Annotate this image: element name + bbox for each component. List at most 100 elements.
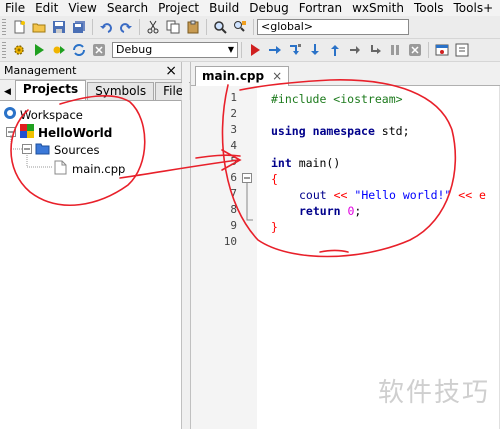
code-token: "Hello world!"	[347, 188, 459, 202]
menu-build[interactable]: Build	[204, 0, 244, 16]
code-token: 0	[340, 204, 355, 218]
scope-combo[interactable]: <global>	[257, 19, 409, 35]
run-to-cursor-icon[interactable]	[267, 42, 283, 58]
code-line-7: cout << "Hello world!" << e	[299, 187, 486, 203]
find-icon[interactable]	[212, 19, 228, 35]
menu-bar: File Edit View Search Project Build Debu…	[0, 0, 500, 16]
editor-tab-label: main.cpp	[202, 69, 265, 83]
editor-tab-bar: main.cpp ×	[191, 62, 500, 86]
redo-icon[interactable]	[118, 19, 134, 35]
toolbar-grip[interactable]	[2, 19, 6, 35]
management-title-bar: Management ×	[0, 62, 181, 80]
tree-lines	[10, 135, 52, 168]
code-line-9: }	[271, 219, 278, 235]
step-into-instruction-icon[interactable]	[367, 42, 383, 58]
copy-icon[interactable]	[165, 19, 181, 35]
next-instruction-icon[interactable]	[347, 42, 363, 58]
code-token: << e	[458, 188, 486, 202]
build-and-run-icon[interactable]	[51, 42, 67, 58]
code-area[interactable]: #include <iostream> using namespace std;…	[271, 86, 486, 234]
tab-projects[interactable]: Projects	[14, 80, 87, 100]
code-token: using	[271, 124, 306, 138]
code-token: }	[271, 220, 278, 234]
line-number: 6	[230, 171, 237, 184]
toolbar-grip[interactable]	[2, 42, 6, 58]
build-toolbar: Debug ▼	[0, 39, 500, 62]
code-token: #include <iostream>	[271, 92, 403, 106]
line-number: 10	[223, 235, 237, 248]
code-token: {	[271, 172, 278, 186]
undo-icon[interactable]	[98, 19, 114, 35]
code-token: return	[299, 204, 341, 218]
toolbar-separator	[92, 19, 93, 35]
code-token: namespace	[312, 124, 375, 138]
paste-icon[interactable]	[185, 19, 201, 35]
tab-scroll-left-icon[interactable]: ◀	[4, 87, 11, 97]
run-icon[interactable]	[31, 42, 47, 58]
cut-icon[interactable]	[145, 19, 161, 35]
scope-combo-value: <global>	[261, 20, 313, 33]
line-number-gutter: 1 2 3 4 5 6 7 8 9 10	[191, 86, 257, 429]
line-number: 4	[230, 139, 237, 152]
debug-windows-icon[interactable]	[434, 42, 450, 58]
menu-wxsmith[interactable]: wxSmith	[347, 0, 409, 16]
menu-view[interactable]: View	[63, 0, 101, 16]
menu-search[interactable]: Search	[102, 0, 153, 16]
menu-fortran[interactable]: Fortran	[294, 0, 347, 16]
line-number: 3	[230, 123, 237, 136]
line-number: 9	[230, 219, 237, 232]
line-number: 2	[230, 107, 237, 120]
toolbar-separator	[241, 42, 242, 58]
tab-symbols[interactable]: Symbols	[87, 82, 155, 100]
code-line-1: #include <iostream>	[271, 91, 403, 107]
line-number: 5	[230, 155, 237, 168]
save-all-icon[interactable]	[71, 19, 87, 35]
code-token: int	[271, 156, 292, 170]
replace-icon[interactable]	[232, 19, 248, 35]
close-icon[interactable]: ×	[165, 63, 177, 79]
panel-splitter[interactable]	[182, 62, 189, 429]
menu-tools[interactable]: Tools	[409, 0, 449, 16]
line-number: 8	[230, 203, 237, 216]
menu-file[interactable]: File	[0, 0, 30, 16]
build-gear-icon[interactable]	[11, 42, 27, 58]
code-token: main()	[291, 156, 341, 170]
menu-debug[interactable]: Debug	[244, 0, 293, 16]
abort-icon[interactable]	[91, 42, 107, 58]
code-token: cout	[299, 188, 334, 202]
close-icon[interactable]: ×	[272, 67, 282, 86]
open-folder-icon[interactable]	[31, 19, 47, 35]
new-file-icon[interactable]	[11, 19, 27, 35]
code-line-8: return 0;	[299, 203, 361, 219]
editor-tab-main-cpp[interactable]: main.cpp ×	[195, 66, 290, 86]
rebuild-icon[interactable]	[71, 42, 87, 58]
code-token: ;	[354, 204, 362, 218]
management-panel: Management × ◀ Projects Symbols Files ▶ …	[0, 62, 201, 429]
stop-debug-icon[interactable]	[407, 42, 423, 58]
toolbar-separator	[139, 19, 140, 35]
menu-tools-plus[interactable]: Tools+	[449, 0, 499, 16]
save-icon[interactable]	[51, 19, 67, 35]
toolbar-separator	[206, 19, 207, 35]
code-line-6: {	[271, 171, 278, 187]
line-number: 1	[230, 91, 237, 104]
chevron-down-icon[interactable]: ▼	[228, 42, 234, 58]
build-target-combo[interactable]: Debug ▼	[112, 42, 238, 58]
step-out-icon[interactable]	[327, 42, 343, 58]
code-token: std;	[374, 124, 410, 138]
management-title: Management	[4, 64, 77, 77]
line-number: 7	[230, 187, 237, 200]
menu-project[interactable]: Project	[153, 0, 204, 16]
pause-icon[interactable]	[387, 42, 403, 58]
code-line-5: int main()	[271, 155, 340, 171]
menu-edit[interactable]: Edit	[30, 0, 63, 16]
code-line-3: using namespace std;	[271, 123, 410, 139]
step-into-icon[interactable]	[307, 42, 323, 58]
next-line-icon[interactable]	[287, 42, 303, 58]
info-icon[interactable]	[454, 42, 470, 58]
watermark: 软件技巧	[377, 378, 490, 408]
code-token: <<	[333, 188, 348, 202]
fold-marker[interactable]	[239, 172, 255, 232]
debug-start-icon[interactable]	[247, 42, 263, 58]
management-tabs: ◀ Projects Symbols Files ▶	[0, 80, 201, 101]
